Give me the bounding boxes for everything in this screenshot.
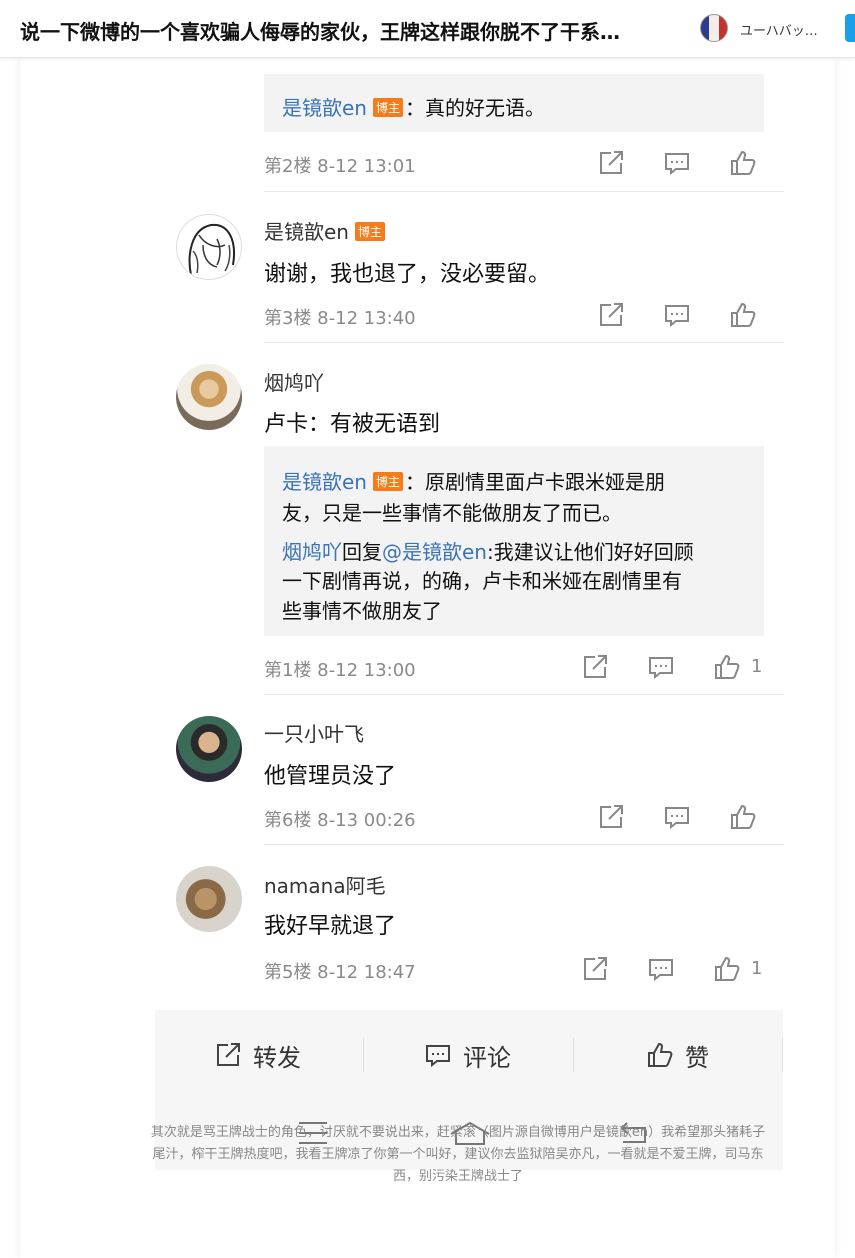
quote-line: 是镜歆en 博主 ：真的好无语。 — [282, 92, 545, 121]
comment-text: 卢卡：有被无语到 — [264, 412, 441, 437]
comment-meta: 第5楼 8-12 18:47 — [264, 962, 416, 983]
comment-page: 是镜歆en 博主 ：真的好无语。 第2楼 8-12 13:01 是镜歆en 博主 谢谢… — [20, 58, 835, 1258]
like-count: 1 — [751, 958, 763, 979]
comment-icon[interactable] — [646, 954, 676, 984]
quote-text: ：真的好无语。 — [405, 96, 545, 120]
username[interactable]: 烟鸠吖 — [264, 367, 324, 396]
author-name[interactable]: ユーハバッ… — [740, 20, 818, 39]
like-count: 1 — [751, 656, 763, 677]
author-avatar[interactable] — [700, 14, 728, 42]
blogger-badge: 博主 — [372, 472, 403, 491]
image-caption: 其次就是骂王牌战士的角色，讨厌就不要说出来，赶紧滚（图片源自微博用户是镜歆en）… — [150, 1125, 766, 1184]
repost-label: 转发 — [253, 1043, 301, 1072]
separator — [782, 1038, 783, 1072]
comment-meta: 第2楼 8-12 13:01 — [264, 156, 416, 177]
repost-icon[interactable] — [596, 802, 626, 832]
comment-label: 评论 — [463, 1043, 511, 1072]
reply-line: 是镜歆en 博主 ：原剧情里面卢卡跟米娅是朋 — [282, 470, 665, 494]
blogger-badge: 博主 — [354, 222, 385, 241]
blogger-badge: 博主 — [372, 98, 403, 117]
comment-icon[interactable] — [646, 652, 676, 682]
top-bar: 说一下微博的一个喜欢骗人侮辱的家伙，王牌这样跟你脱不了干系… ユーハバッ… — [0, 0, 855, 58]
reply-line: 些事情不做朋友了 — [282, 599, 442, 623]
comment-text: 他管理员没了 — [264, 764, 397, 789]
like-label: 赞 — [685, 1043, 709, 1072]
avatar[interactable] — [176, 716, 242, 782]
like-icon — [648, 1042, 673, 1067]
like-icon[interactable] — [728, 300, 758, 330]
like-icon[interactable] — [728, 148, 758, 178]
quote-user-link[interactable]: 是镜歆en — [282, 96, 367, 120]
comment-text: 我好早就退了 — [264, 914, 397, 939]
reply-line: 一下剧情再说，的确，卢卡和米娅在剧情里有 — [282, 569, 682, 593]
repost-icon[interactable] — [580, 652, 610, 682]
comment-icon[interactable] — [662, 148, 692, 178]
comment-button[interactable]: 评论 — [423, 1038, 511, 1072]
repost-icon — [217, 1043, 240, 1066]
comment-meta: 第1楼 8-12 13:00 — [264, 660, 416, 681]
reply-line: 友，只是一些事情不能做朋友了而已。 — [282, 501, 622, 525]
reply-user-link[interactable]: 是镜歆en — [282, 470, 367, 494]
like-icon[interactable] — [712, 954, 742, 984]
separator — [573, 1038, 574, 1072]
repost-icon[interactable] — [596, 300, 626, 330]
reply-user-link[interactable]: 烟鸠吖 — [282, 540, 342, 564]
comment-meta: 第6楼 8-13 00:26 — [264, 810, 416, 831]
repost-icon[interactable] — [596, 148, 626, 178]
avatar[interactable] — [176, 214, 242, 280]
avatar[interactable] — [176, 866, 242, 932]
comment-icon[interactable] — [662, 300, 692, 330]
like-icon[interactable] — [712, 652, 742, 682]
comment-meta: 第3楼 8-12 13:40 — [264, 308, 416, 329]
post-title: 说一下微博的一个喜欢骗人侮辱的家伙，王牌这样跟你脱不了干系… — [20, 20, 620, 44]
follow-button[interactable] — [845, 14, 855, 42]
repost-button[interactable]: 转发 — [213, 1038, 301, 1072]
reply-line: 烟鸠吖回复@是镜歆en:我建议让他们好好回顾 — [282, 540, 694, 564]
like-icon[interactable] — [728, 802, 758, 832]
username[interactable]: namana阿毛 — [264, 870, 386, 899]
comment-icon[interactable] — [662, 802, 692, 832]
mention-link[interactable]: @是镜歆en — [382, 540, 487, 564]
like-button[interactable]: 赞 — [645, 1038, 709, 1072]
username[interactable]: 一只小叶飞 — [264, 718, 364, 747]
comment-text: 谢谢，我也退了，没必要留。 — [264, 262, 551, 287]
comment-icon — [426, 1045, 450, 1068]
separator — [363, 1038, 364, 1072]
repost-icon[interactable] — [580, 954, 610, 984]
divider — [264, 342, 784, 343]
divider — [264, 844, 784, 845]
avatar[interactable] — [176, 364, 242, 430]
divider — [264, 694, 784, 695]
username[interactable]: 是镜歆en 博主 — [264, 216, 387, 245]
divider — [264, 191, 784, 192]
